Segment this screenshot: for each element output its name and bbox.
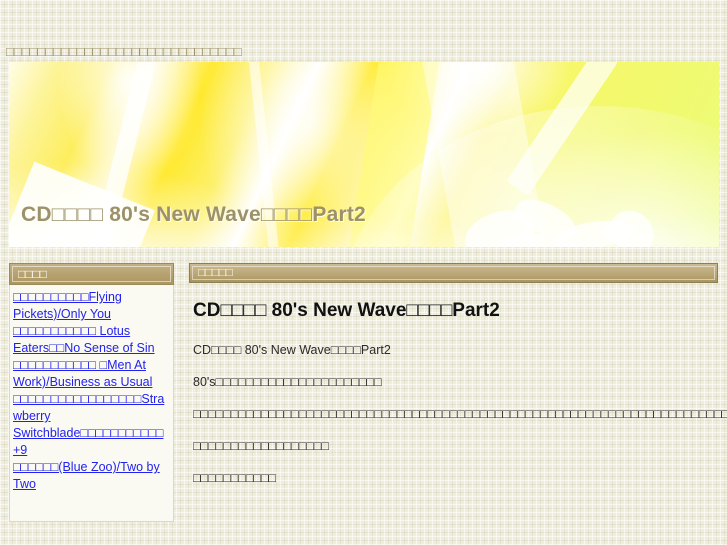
main-content: □□□□□ CD□□□□ 80's New Wave□□□□Part2 CD□□… <box>189 263 727 487</box>
sidebar-header: □□□□ <box>9 263 174 285</box>
page-banner: CD□□□□ 80's New Wave□□□□Part2 <box>9 62 719 247</box>
sidebar-header-label: □□□□ <box>18 267 47 281</box>
content-header-label: □□□□□ <box>198 267 233 279</box>
article-paragraph-5: □□□□□□□□□□□ <box>193 471 277 485</box>
sidebar-body: □□□□□□□□□□Flying Pickets)/Only You □□□□□… <box>9 285 174 522</box>
list-item: □□□□□□□□□□□ □Men At Work)/Business as Us… <box>13 357 170 391</box>
sidebar: □□□□ □□□□□□□□□□Flying Pickets)/Only You … <box>9 263 174 522</box>
page-title: CD□□□□ 80's New Wave□□□□Part2 <box>193 300 500 321</box>
article-body: CD□□□□ 80's New Wave□□□□Part2 80's□□□□□□… <box>193 341 727 487</box>
article-paragraph-1: CD□□□□ 80's New Wave□□□□Part2 <box>193 343 391 357</box>
list-item: □□□□□□(Blue Zoo)/Two by Two <box>13 459 170 493</box>
banner-title: CD□□□□ 80's New Wave□□□□Part2 <box>21 203 366 226</box>
sidebar-link-4[interactable]: □□□□□□□□□□□□□□□□□Strawberry Switchblade□… <box>13 391 170 459</box>
content-header: □□□□□ <box>189 263 718 283</box>
article-paragraph-3: □□□□□□□□□□□□□□□□□□□□□□□□□□□□□□□□□□□□□□□□… <box>193 407 727 421</box>
list-item: □□□□□□□□□□□ Lotus Eaters□□No Sense of Si… <box>13 323 170 357</box>
article-paragraph-4: □□□□□□□□□□□□□□□□□□ <box>193 439 329 453</box>
sidebar-link-list: □□□□□□□□□□Flying Pickets)/Only You □□□□□… <box>13 289 170 493</box>
list-item: □□□□□□□□□□□□□□□□□Strawberry Switchblade□… <box>13 391 170 459</box>
sidebar-link-1[interactable]: □□□□□□□□□□Flying Pickets)/Only You <box>13 289 170 323</box>
article-paragraph-2: 80's□□□□□□□□□□□□□□□□□□□□□□ <box>193 375 382 389</box>
list-item: □□□□□□□□□□Flying Pickets)/Only You <box>13 289 170 323</box>
sidebar-link-3[interactable]: □□□□□□□□□□□ □Men At Work)/Business as Us… <box>13 357 170 391</box>
site-name: □□□□□□□□□□□□□□□□□□□□□□□□□□□□□□ <box>6 44 242 59</box>
sidebar-link-5[interactable]: □□□□□□(Blue Zoo)/Two by Two <box>13 459 170 493</box>
sidebar-link-2[interactable]: □□□□□□□□□□□ Lotus Eaters□□No Sense of Si… <box>13 323 170 357</box>
